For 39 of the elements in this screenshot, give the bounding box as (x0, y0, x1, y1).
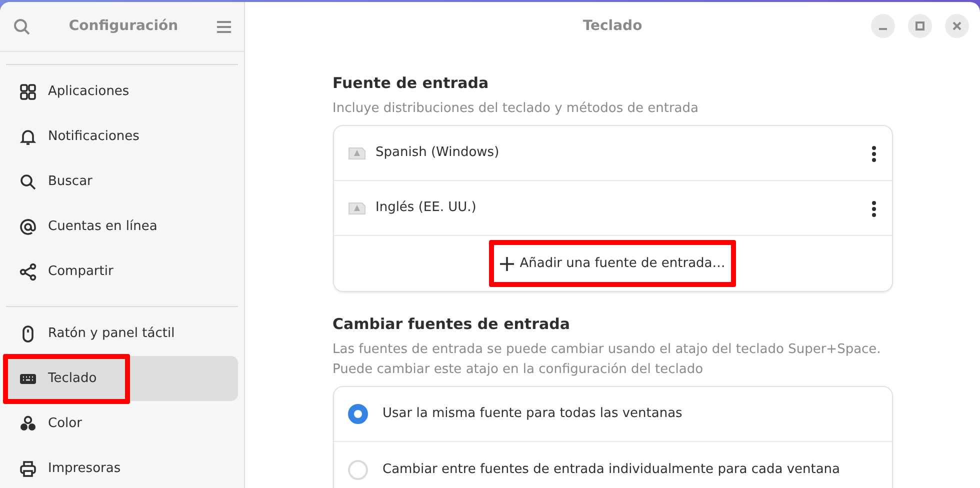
section-description: Incluye distribuciones del teclado y métodos de entrada (332, 100, 700, 118)
add-input-source-button[interactable]: Añadir una fuente de entrada… (492, 248, 734, 280)
at-icon (19, 218, 37, 236)
sidebar-item[interactable]: Color (6, 401, 238, 446)
sidebar-item[interactable]: Aplicaciones (6, 69, 238, 114)
plus-icon (500, 256, 514, 270)
sidebar-item[interactable]: Buscar (6, 159, 238, 204)
apps-icon (19, 82, 37, 100)
close-icon (952, 21, 962, 31)
sidebar-item[interactable]: Compartir (6, 249, 238, 294)
radio-button[interactable] (348, 404, 368, 424)
color-icon (19, 414, 37, 432)
sidebar-item[interactable]: Notificaciones (6, 114, 238, 159)
maximize-button[interactable] (908, 14, 932, 38)
search-icon (19, 172, 37, 190)
section-description: Las fuentes de entrada se puede cambiar usando el atajo del teclado Super+Space. Puede cambiar este atajo en la configuración del teclado (332, 341, 882, 379)
sidebar-item[interactable]: Impresoras (6, 446, 238, 488)
layout-icon (348, 201, 366, 215)
option-label: Usar la misma fuente para todas las ventanas (382, 405, 682, 424)
printer-icon (19, 460, 37, 478)
bell-icon (19, 128, 37, 146)
minimize-button[interactable] (871, 14, 895, 38)
layout-icon (348, 146, 366, 160)
section-title: Cambiar fuentes de entrada (332, 314, 571, 334)
menu-icon[interactable] (216, 20, 232, 34)
sidebar-title: Configuración (68, 17, 178, 36)
maximize-icon (915, 21, 925, 31)
option-label: Cambiar entre fuentes de entrada individualmente para cada ventana (382, 460, 840, 479)
sidebar-item[interactable]: Teclado (6, 356, 238, 401)
window-title: Teclado (582, 18, 642, 34)
search-icon[interactable] (13, 18, 31, 36)
sidebar-item[interactable]: Ratón y panel táctil (6, 311, 238, 356)
input-source-name: Spanish (Windows) (376, 144, 500, 162)
close-button[interactable] (945, 14, 969, 38)
input-source-name: Inglés (EE. UU.) (376, 199, 478, 218)
sidebar-item[interactable]: Cuentas en línea (6, 204, 238, 249)
share-icon (19, 262, 37, 280)
section-title: Fuente de entrada (332, 73, 490, 93)
minimize-icon (879, 28, 887, 30)
